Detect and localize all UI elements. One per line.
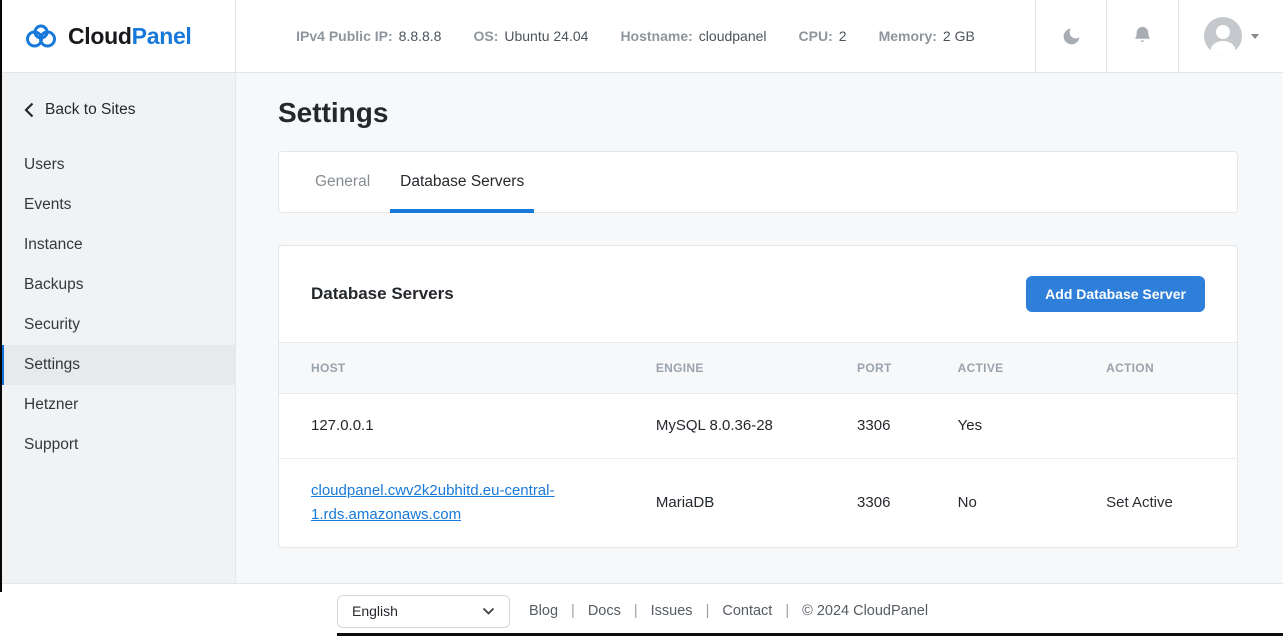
info-memory: Memory: 2 GB xyxy=(879,28,975,44)
active-cell: Yes xyxy=(926,394,1074,459)
language-select-value: English xyxy=(352,603,398,619)
info-os-label: OS: xyxy=(473,28,498,44)
main-area: Settings General Database Servers Databa… xyxy=(236,73,1283,583)
footer-link-contact[interactable]: Contact xyxy=(722,603,772,619)
back-to-sites-label: Back to Sites xyxy=(45,101,135,119)
settings-tabs: General Database Servers xyxy=(278,151,1238,213)
bell-icon xyxy=(1132,25,1153,48)
separator: | xyxy=(706,603,710,619)
add-database-server-button[interactable]: Add Database Server xyxy=(1026,276,1205,312)
footer-links: Blog | Docs | Issues | Contact | © 2024 … xyxy=(529,603,928,619)
info-hostname: Hostname: cloudpanel xyxy=(620,28,766,44)
avatar xyxy=(1204,17,1242,55)
chevron-down-icon xyxy=(482,607,495,615)
database-servers-card: Database Servers Add Database Server Hos… xyxy=(278,245,1238,548)
info-memory-value: 2 GB xyxy=(943,28,975,44)
sidebar-item-label: Security xyxy=(24,316,80,334)
separator: | xyxy=(634,603,638,619)
topbar: CloudPanel IPv4 Public IP: 8.8.8.8 OS: U… xyxy=(0,0,1283,73)
host-cell: 127.0.0.1 xyxy=(279,394,624,459)
sidebar-item-label: Settings xyxy=(24,356,80,374)
moon-icon xyxy=(1061,26,1082,47)
set-active-link[interactable]: Set Active xyxy=(1106,494,1173,511)
sidebar-item-label: Support xyxy=(24,436,78,454)
sidebar-item-label: Hetzner xyxy=(24,396,78,414)
sidebar-item-label: Users xyxy=(24,156,64,174)
chevron-down-icon xyxy=(1251,34,1259,39)
info-cpu: CPU: 2 xyxy=(799,28,847,44)
port-cell: 3306 xyxy=(825,394,926,459)
info-memory-label: Memory: xyxy=(879,28,937,44)
column-header-action: Action xyxy=(1074,343,1237,394)
info-ipv4: IPv4 Public IP: 8.8.8.8 xyxy=(296,28,441,44)
column-header-host: Host xyxy=(279,343,624,394)
tab-database-servers[interactable]: Database Servers xyxy=(390,152,534,212)
info-hostname-label: Hostname: xyxy=(620,28,692,44)
sidebar-item-security[interactable]: Security xyxy=(0,305,235,345)
sidebar-item-backups[interactable]: Backups xyxy=(0,265,235,305)
sidebar-item-instance[interactable]: Instance xyxy=(0,225,235,265)
column-header-engine: Engine xyxy=(624,343,825,394)
server-info: IPv4 Public IP: 8.8.8.8 OS: Ubuntu 24.04… xyxy=(236,0,1035,72)
info-os: OS: Ubuntu 24.04 xyxy=(473,28,588,44)
footer-link-blog[interactable]: Blog xyxy=(529,603,558,619)
tab-label: Database Servers xyxy=(400,173,524,191)
active-cell: No xyxy=(926,459,1074,548)
info-hostname-value: cloudpanel xyxy=(699,28,767,44)
footer-link-issues[interactable]: Issues xyxy=(651,603,693,619)
table-header-row: Host Engine Port Active Action xyxy=(279,343,1237,394)
cloudpanel-cloud-icon xyxy=(24,23,58,49)
profile-menu-button[interactable] xyxy=(1178,0,1283,72)
notifications-button[interactable] xyxy=(1106,0,1178,72)
info-cpu-value: 2 xyxy=(839,28,847,44)
sidebar-item-label: Events xyxy=(24,196,71,214)
column-header-active: Active xyxy=(926,343,1074,394)
sidebar-item-support[interactable]: Support xyxy=(0,425,235,465)
sidebar-item-events[interactable]: Events xyxy=(0,185,235,225)
action-cell: Set Active xyxy=(1074,459,1237,548)
separator: | xyxy=(785,603,789,619)
footer: English Blog | Docs | Issues | Contact |… xyxy=(0,583,1283,638)
port-cell: 3306 xyxy=(825,459,926,548)
sidebar-item-label: Instance xyxy=(24,236,83,254)
host-cell: cloudpanel.cwv2k2ubhitd.eu-central-1.rds… xyxy=(279,459,624,548)
dark-mode-toggle-button[interactable] xyxy=(1035,0,1106,72)
table-row: cloudpanel.cwv2k2ubhitd.eu-central-1.rds… xyxy=(279,459,1237,548)
footer-link-docs[interactable]: Docs xyxy=(588,603,621,619)
tab-label: General xyxy=(315,173,370,191)
sidebar: Back to Sites Users Events Instance Back… xyxy=(0,73,236,583)
table-row: 127.0.0.1 MySQL 8.0.36-28 3306 Yes xyxy=(279,394,1237,459)
page-title: Settings xyxy=(278,97,1238,129)
engine-cell: MariaDB xyxy=(624,459,825,548)
chevron-left-icon xyxy=(24,102,34,118)
engine-cell: MySQL 8.0.36-28 xyxy=(624,394,825,459)
info-ipv4-label: IPv4 Public IP: xyxy=(296,28,392,44)
database-servers-table: Host Engine Port Active Action 127.0.0.1… xyxy=(279,342,1237,547)
sidebar-item-users[interactable]: Users xyxy=(0,145,235,185)
action-cell xyxy=(1074,394,1237,459)
window-left-edge xyxy=(0,0,2,592)
brand-logo[interactable]: CloudPanel xyxy=(0,0,236,72)
sidebar-item-settings[interactable]: Settings xyxy=(0,345,235,385)
window-bottom-bar xyxy=(337,633,1283,636)
info-os-value: Ubuntu 24.04 xyxy=(504,28,588,44)
card-title: Database Servers xyxy=(311,284,454,304)
host-link[interactable]: cloudpanel.cwv2k2ubhitd.eu-central-1.rds… xyxy=(311,482,554,523)
page-body: Back to Sites Users Events Instance Back… xyxy=(0,73,1283,583)
info-cpu-label: CPU: xyxy=(799,28,833,44)
tab-general[interactable]: General xyxy=(305,152,380,212)
sidebar-item-label: Backups xyxy=(24,276,83,294)
separator: | xyxy=(571,603,575,619)
sidebar-item-hetzner[interactable]: Hetzner xyxy=(0,385,235,425)
info-ipv4-value: 8.8.8.8 xyxy=(399,28,442,44)
column-header-port: Port xyxy=(825,343,926,394)
language-select[interactable]: English xyxy=(337,595,510,628)
back-to-sites-link[interactable]: Back to Sites xyxy=(0,87,235,133)
brand-name: CloudPanel xyxy=(68,23,192,50)
footer-copyright-link[interactable]: © 2024 CloudPanel xyxy=(802,603,928,619)
